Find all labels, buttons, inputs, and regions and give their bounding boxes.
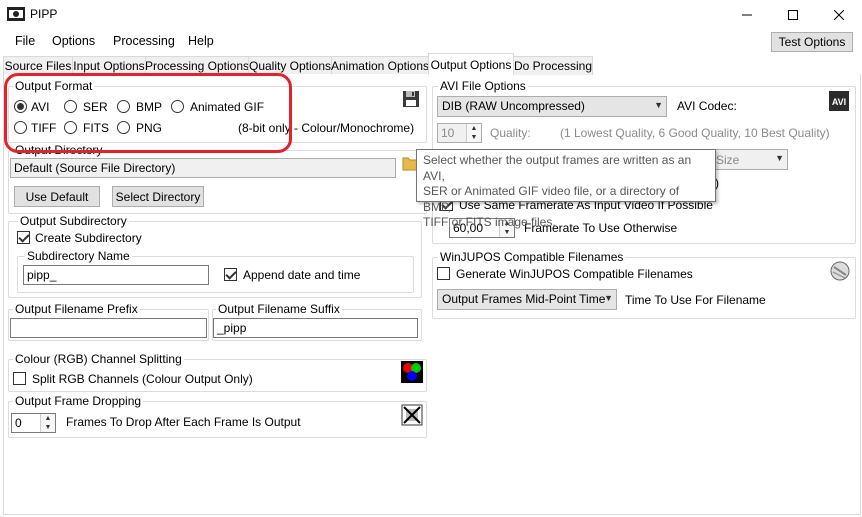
minimize-button[interactable] — [724, 0, 770, 30]
avi-icon: AVI — [829, 91, 849, 111]
use-default-button[interactable]: Use Default — [14, 186, 100, 207]
radio-fits-label: FITS — [83, 121, 109, 135]
avi-codec-combo[interactable]: DIB (RAW Uncompressed) ▼ — [437, 96, 667, 117]
radio-avi-label: AVI — [31, 100, 50, 114]
frames-to-drop-spinner[interactable]: ▲ ▼ — [40, 414, 55, 432]
winjupos-time-value: Output Frames Mid-Point Time — [442, 292, 606, 306]
radio-animated-gif-label: Animated GIF — [190, 100, 265, 114]
radio-png-label: PNG — [136, 121, 163, 135]
maximize-icon — [788, 10, 798, 20]
tooltip-line-2: SER or Animated GIF video file, or a dir… — [423, 184, 680, 214]
tab-source-files[interactable]: Source Files — [3, 56, 73, 75]
select-directory-button[interactable]: Select Directory — [112, 186, 204, 207]
avi-codec-label: AVI Codec: — [677, 99, 737, 113]
menu-processing[interactable]: Processing — [113, 34, 175, 48]
frames-to-drop-value: 0 — [15, 416, 22, 430]
append-date-label: Append date and time — [243, 268, 361, 282]
tab-quality-options[interactable]: Quality Options — [248, 56, 332, 75]
winjupos-time-combo[interactable]: Output Frames Mid-Point Time ▼ — [437, 289, 617, 310]
output-subdirectory-title: Output Subdirectory — [18, 214, 129, 228]
quality-hint: (1 Lowest Quality, 6 Good Quality, 10 Be… — [560, 126, 830, 140]
winjupos-title: WinJUPOS Compatible Filenames — [438, 250, 626, 264]
tooltip-line-3: TIFF or FITS image files. — [423, 215, 556, 229]
frames-to-drop-input[interactable]: 0 ▲ ▼ — [11, 413, 56, 433]
radio-tiff[interactable] — [14, 121, 27, 134]
winjupos-checkbox[interactable] — [437, 267, 450, 280]
winjupos-label: Generate WinJUPOS Compatible Filenames — [456, 267, 693, 281]
tooltip-line-1: Select whether the output frames are wri… — [423, 153, 692, 183]
frames-to-drop-label: Frames To Drop After Each Frame Is Outpu… — [66, 415, 301, 429]
radio-png[interactable] — [117, 121, 130, 134]
jupiter-icon — [830, 261, 850, 281]
filename-prefix-title: Output Filename Prefix — [13, 302, 140, 316]
subdirectory-name-title: Subdirectory Name — [25, 249, 132, 263]
avi-codec-value: DIB (RAW Uncompressed) — [442, 99, 585, 113]
format-bit-depth-note: (8-bit only - Colour/Monochrome) — [238, 121, 415, 135]
output-directory-title: Output Directory — [13, 143, 105, 157]
radio-tiff-label: TIFF — [31, 121, 57, 135]
filename-prefix-input[interactable] — [10, 318, 207, 338]
chevron-down-icon: ▼ — [775, 153, 784, 163]
split-rgb-checkbox[interactable] — [13, 372, 26, 385]
filename-suffix-title: Output Filename Suffix — [216, 302, 342, 316]
create-subdirectory-label: Create Subdirectory — [35, 231, 142, 245]
menu-options[interactable]: Options — [52, 34, 95, 48]
radio-fits[interactable] — [64, 121, 77, 134]
close-icon — [834, 10, 844, 20]
radio-avi[interactable] — [14, 100, 27, 113]
radio-ser-label: SER — [83, 100, 108, 114]
close-button[interactable] — [816, 0, 862, 30]
maximize-button[interactable] — [770, 0, 816, 30]
tab-processing-options[interactable]: Processing Options — [145, 56, 249, 75]
create-subdirectory-checkbox[interactable] — [17, 231, 30, 244]
chevron-down-icon: ▼ — [654, 100, 663, 110]
filename-suffix-input[interactable]: _pipp — [213, 318, 418, 338]
quality-label: Quality: — [490, 126, 531, 140]
output-format-tooltip: Select whether the output frames are wri… — [416, 149, 716, 229]
quality-value: 10 — [441, 126, 455, 140]
append-date-checkbox[interactable] — [224, 268, 237, 281]
tab-animation-options[interactable]: Animation Options — [331, 56, 429, 75]
avi-options-title: AVI File Options — [438, 79, 528, 93]
pipp-app-icon — [7, 7, 25, 21]
window-title: PIPP — [30, 7, 58, 21]
quality-input: 10 ▲ ▼ — [437, 123, 482, 143]
menu-file[interactable]: File — [15, 34, 35, 48]
frame-dropping-title: Output Frame Dropping — [13, 394, 144, 408]
svg-text:AVI: AVI — [832, 97, 846, 107]
output-directory-field[interactable]: Default (Source File Directory) — [10, 158, 396, 178]
radio-bmp-label: BMP — [136, 100, 163, 114]
radio-bmp[interactable] — [117, 100, 130, 113]
winjupos-time-label: Time To Use For Filename — [625, 293, 766, 307]
drop-frame-icon — [401, 404, 423, 426]
radio-animated-gif[interactable] — [171, 100, 184, 113]
tab-input-options[interactable]: Input Options — [72, 56, 146, 75]
output-format-title: Output Format — [13, 79, 95, 93]
chevron-down-icon: ▼ — [604, 293, 613, 303]
quality-spinner: ▲ ▼ — [466, 124, 481, 142]
floppy-disk-icon[interactable] — [402, 90, 420, 108]
tab-output-options[interactable]: Output Options — [428, 53, 514, 75]
split-rgb-label: Split RGB Channels (Colour Output Only) — [32, 372, 253, 386]
tab-do-processing[interactable]: Do Processing — [513, 56, 593, 75]
radio-ser[interactable] — [64, 100, 77, 113]
test-options-button[interactable]: Test Options — [771, 32, 853, 52]
subdirectory-name-input[interactable]: pipp_ — [23, 265, 209, 285]
rgb-split-title: Colour (RGB) Channel Splitting — [13, 352, 184, 366]
minimize-icon — [742, 14, 752, 16]
menu-help[interactable]: Help — [188, 34, 214, 48]
size-combo-label: Size — [716, 153, 740, 167]
rgb-circles-icon — [401, 361, 423, 383]
